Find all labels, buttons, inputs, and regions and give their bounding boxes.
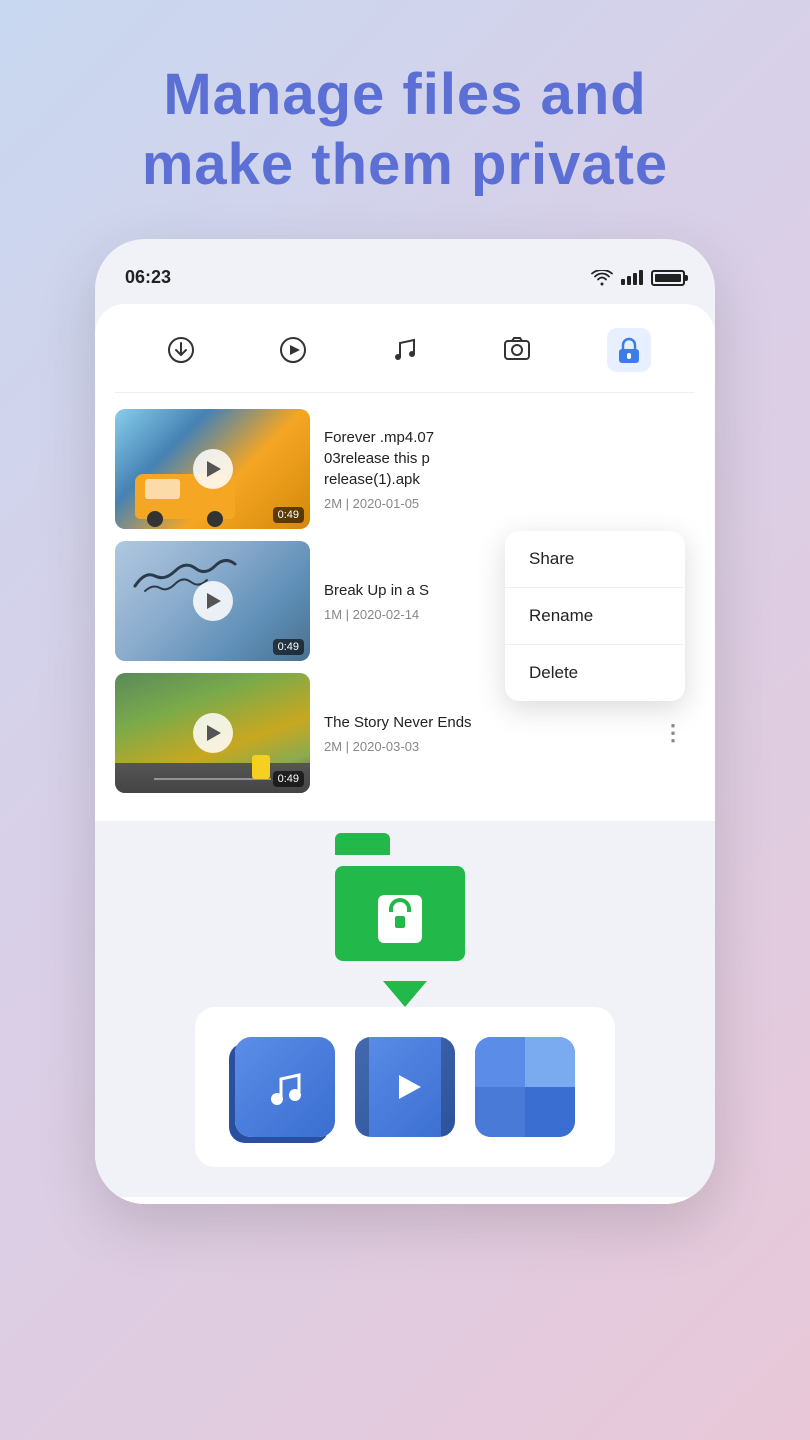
wifi-icon bbox=[591, 270, 613, 286]
file-meta-3: 2M | 2020-03-03 bbox=[324, 739, 652, 754]
status-time: 06:23 bbox=[125, 267, 171, 288]
menu-share[interactable]: Share bbox=[505, 531, 685, 588]
menu-delete[interactable]: Delete bbox=[505, 645, 685, 701]
file-info-3: The Story Never Ends 2M | 2020-03-03 bbox=[310, 712, 652, 754]
file-name-1: Forever .mp4.07 03release this p release… bbox=[324, 427, 695, 490]
bottom-icon-music[interactable] bbox=[235, 1037, 335, 1137]
file-list: 0:49 Forever .mp4.07 03release this p re… bbox=[95, 393, 715, 821]
status-icons bbox=[591, 270, 685, 286]
bottom-section bbox=[95, 821, 715, 1197]
duration-1: 0:49 bbox=[273, 507, 304, 523]
tab-download[interactable] bbox=[159, 328, 203, 372]
phone-mockup: 06:23 bbox=[95, 239, 715, 1204]
tab-play[interactable] bbox=[271, 328, 315, 372]
file-name-3: The Story Never Ends bbox=[324, 712, 652, 733]
lock-folder-icon bbox=[335, 851, 475, 991]
file-item-1[interactable]: 0:49 Forever .mp4.07 03release this p re… bbox=[115, 409, 695, 529]
duration-2: 0:49 bbox=[273, 639, 304, 655]
file-info-1: Forever .mp4.07 03release this p release… bbox=[310, 427, 695, 511]
tab-bar[interactable] bbox=[95, 328, 715, 392]
thumbnail-2: 0:49 bbox=[115, 541, 310, 661]
file-meta-1: 2M | 2020-01-05 bbox=[324, 496, 695, 511]
bottom-icons-panel bbox=[195, 1007, 615, 1167]
duration-3: 0:49 bbox=[273, 771, 304, 787]
battery-icon bbox=[651, 270, 685, 286]
thumbnail-3: 0:49 bbox=[115, 673, 310, 793]
bottom-icon-video[interactable] bbox=[355, 1037, 455, 1137]
headline: Manage files and make them private bbox=[102, 60, 708, 199]
phone-content: 0:49 Forever .mp4.07 03release this p re… bbox=[95, 304, 715, 1204]
thumbnail-1: 0:49 bbox=[115, 409, 310, 529]
status-bar: 06:23 bbox=[95, 267, 715, 304]
tab-lock[interactable] bbox=[607, 328, 651, 372]
file-item-2[interactable]: 0:49 Break Up in a S 1M | 2020-02-14 Sha… bbox=[115, 541, 695, 661]
signal-icon bbox=[621, 270, 643, 285]
tab-photo[interactable] bbox=[495, 328, 539, 372]
context-menu: Share Rename Delete bbox=[505, 531, 685, 701]
menu-rename[interactable]: Rename bbox=[505, 588, 685, 645]
tab-music[interactable] bbox=[383, 328, 427, 372]
bottom-icon-photo[interactable] bbox=[475, 1037, 575, 1137]
more-button-3[interactable]: ⋮ bbox=[652, 712, 695, 754]
